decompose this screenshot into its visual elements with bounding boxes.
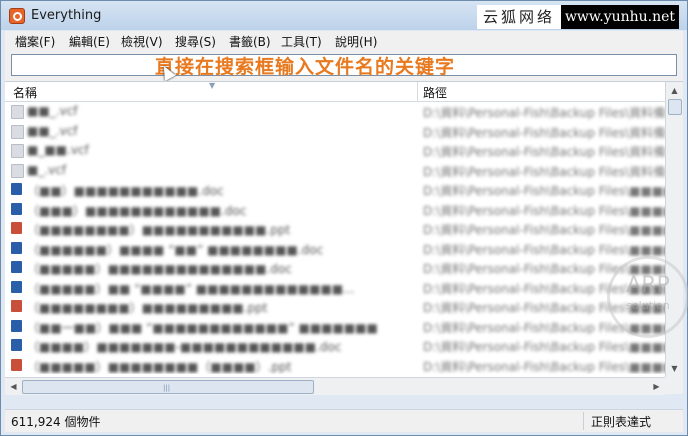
result-rows: ■■_.vcf D:\資料\Personal-Fish\Backup Files\… [5, 102, 665, 374]
object-count: 611,924 個物件 [11, 415, 101, 429]
watermark-site-name: 云狐网络 [477, 5, 561, 29]
column-header-name[interactable]: 名稱 [13, 84, 37, 101]
file-name: （■■■）■■■■■■■■■■■■.doc [27, 203, 247, 218]
file-name: ■■_.vcf [27, 123, 78, 138]
everything-window: Everything 云狐网络 www.yunhu.net 檔案(F) 編輯(E… [0, 0, 688, 436]
scroll-up-arrow-icon[interactable]: ▲ [666, 82, 683, 99]
file-name: （■■■■）■■■■■■■-■■■■■■■■■■■■.doc [27, 340, 342, 354]
doc-file-icon [11, 280, 22, 293]
file-name: （■■■■■■■■）■■■■■■■■■■■.ppt [27, 223, 291, 237]
file-name: ■_.vcf [27, 162, 67, 177]
file-name: （■■一■■）■■■ “■■■■■■■■■■■■” ■■■■■■■ [27, 320, 378, 335]
menu-bookmarks[interactable]: 書籤(B) [229, 33, 271, 50]
everything-app-icon [9, 8, 25, 24]
doc-file-icon [11, 319, 22, 332]
doc-file-icon [11, 339, 22, 351]
file-name: （■■）■■■■■■■■■■■.doc [27, 184, 224, 198]
horizontal-scroll-thumb[interactable]: ||| [22, 380, 314, 394]
file-path: D:\資料\Personal-Fish\Backup Files\資料備份 [423, 164, 665, 179]
table-row[interactable]: （■■■■■■）■■■■ “■■” ■■■■■■■■.doc D:\資料\Pers… [5, 239, 665, 259]
file-name: ■_■■.vcf [27, 143, 89, 157]
table-row[interactable]: ■_■■.vcf D:\資料\Personal-Fish\Backup Files… [5, 141, 665, 161]
column-header-path[interactable]: 路徑 [423, 84, 447, 101]
menu-view[interactable]: 檢視(V) [121, 33, 163, 50]
menu-help[interactable]: 說明(H) [335, 33, 377, 50]
horizontal-scrollbar[interactable]: ◀ ||| ▶ [5, 377, 665, 395]
ppt-file-icon [11, 358, 22, 371]
search-bar: 直接在搜索框输入文件名的关键字 [5, 51, 683, 81]
arp-watermark-subtext: solution [626, 299, 670, 312]
file-name: （■■■■■■■■）■■■■■■■■■.ppt [27, 301, 268, 315]
ppt-file-icon [11, 222, 22, 234]
table-row[interactable]: （■■■■■■■■）■■■■■■■■■.ppt D:\資料\Personal-Fi… [5, 297, 665, 317]
file-path: D:\資料\Personal-Fish\Backup Files\■■■■ [423, 359, 665, 374]
file-path: D:\資料\Personal-Fish\Backup Files\■■■■ [423, 223, 665, 237]
arp-solution-watermark: ARP solution [607, 256, 688, 338]
status-bar: 611,924 個物件 正則表達式 [5, 409, 683, 432]
file-path: D:\資料\Personal-Fish\Backup Files\資料備份 [423, 145, 665, 159]
column-headers: 名稱 ▼ 路徑 [5, 81, 665, 102]
file-path: D:\資料\Personal-Fish\Backup Files\■■■■ [423, 242, 665, 257]
status-divider [583, 412, 584, 430]
table-row[interactable]: （■■■）■■■■■■■■■■■■.doc D:\資料\Personal-Fish… [5, 200, 665, 220]
watermark-url: www.yunhu.net [561, 5, 679, 29]
doc-file-icon [11, 202, 22, 215]
table-row[interactable]: （■■■■■■■■）■■■■■■■■■■■.ppt D:\資料\Personal-… [5, 219, 665, 239]
vcf-file-icon [11, 105, 24, 119]
file-name: （■■■■■）■■ “■■■■” ■■■■■■■■■■■■■... [27, 281, 355, 296]
file-name: （■■■■■）■■■■■■■■（■■■■）.ppt [27, 359, 292, 374]
regex-mode-indicator: 正則表達式 [591, 415, 652, 429]
menu-tools[interactable]: 工具(T) [281, 33, 322, 50]
menu-search[interactable]: 搜尋(S) [175, 33, 216, 50]
scroll-left-arrow-icon[interactable]: ◀ [5, 378, 22, 395]
file-path: D:\資料\Personal-Fish\Backup Files\資料備份 [423, 125, 665, 140]
file-name: （■■■■■■）■■■■ “■■” ■■■■■■■■.doc [27, 242, 324, 257]
arp-watermark-text: ARP [626, 273, 670, 298]
scroll-down-arrow-icon[interactable]: ▼ [666, 360, 683, 377]
vcf-file-icon [11, 163, 24, 178]
results-list[interactable]: 名稱 ▼ 路徑 ■■_.vcf D:\資料\Personal-Fish\Backu… [5, 81, 683, 395]
table-row[interactable]: ■■_.vcf D:\資料\Personal-Fish\Backup Files\… [5, 102, 665, 122]
table-row[interactable]: （■■）■■■■■■■■■■■.doc D:\資料\Personal-Fish\B… [5, 180, 665, 200]
site-watermark: 云狐网络 www.yunhu.net [477, 5, 679, 29]
sort-arrow-icon: ▼ [209, 81, 216, 90]
menu-file[interactable]: 檔案(F) [15, 33, 55, 50]
table-row[interactable]: ■■_.vcf D:\資料\Personal-Fish\Backup Files\… [5, 122, 665, 142]
table-row[interactable]: （■■一■■）■■■ “■■■■■■■■■■■■” ■■■■■■■ D:\資料\P… [5, 317, 665, 337]
table-row[interactable]: ■_.vcf D:\資料\Personal-Fish\Backup Files\資… [5, 161, 665, 181]
vcf-file-icon [11, 124, 24, 139]
scroll-right-arrow-icon[interactable]: ▶ [648, 378, 665, 395]
file-path: D:\資料\Personal-Fish\Backup Files\■■■■ [423, 340, 665, 354]
file-path: D:\資料\Personal-Fish\Backup Files\■■■■ [423, 203, 665, 218]
file-name: ■■_.vcf [27, 104, 78, 118]
file-path: D:\資料\Personal-Fish\Backup Files\■■■■ [423, 184, 665, 198]
doc-file-icon [11, 183, 22, 195]
table-row[interactable]: （■■■■）■■■■■■■-■■■■■■■■■■■■.doc D:\資料\Pers… [5, 336, 665, 356]
file-name: （■■■■■）■■■■■■■■■■■■■■.doc [27, 262, 292, 276]
menu-bar: 檔案(F) 編輯(E) 檢視(V) 搜尋(S) 書籤(B) 工具(T) 說明(H… [5, 31, 683, 51]
doc-file-icon [11, 241, 22, 254]
table-row[interactable]: （■■■■■）■■■■■■■■■■■■■■.doc D:\資料\Personal-… [5, 258, 665, 278]
doc-file-icon [11, 261, 22, 273]
file-path: D:\資料\Personal-Fish\Backup Files\資料備份 [423, 106, 665, 120]
title-bar[interactable]: Everything 云狐网络 www.yunhu.net [1, 1, 687, 30]
search-hint-caption: 直接在搜索框输入文件名的关键字 [155, 56, 456, 78]
menu-edit[interactable]: 編輯(E) [69, 33, 110, 50]
scrollbar-corner [665, 377, 683, 394]
table-row[interactable]: （■■■■■）■■■■■■■■（■■■■）.ppt D:\資料\Personal-… [5, 356, 665, 375]
vertical-scroll-thumb[interactable] [668, 99, 682, 115]
window-title: Everything [31, 8, 102, 23]
ppt-file-icon [11, 300, 22, 312]
table-row[interactable]: （■■■■■）■■ “■■■■” ■■■■■■■■■■■■■... D:\資料\P… [5, 278, 665, 298]
column-divider[interactable] [417, 82, 418, 101]
vcf-file-icon [11, 144, 24, 158]
